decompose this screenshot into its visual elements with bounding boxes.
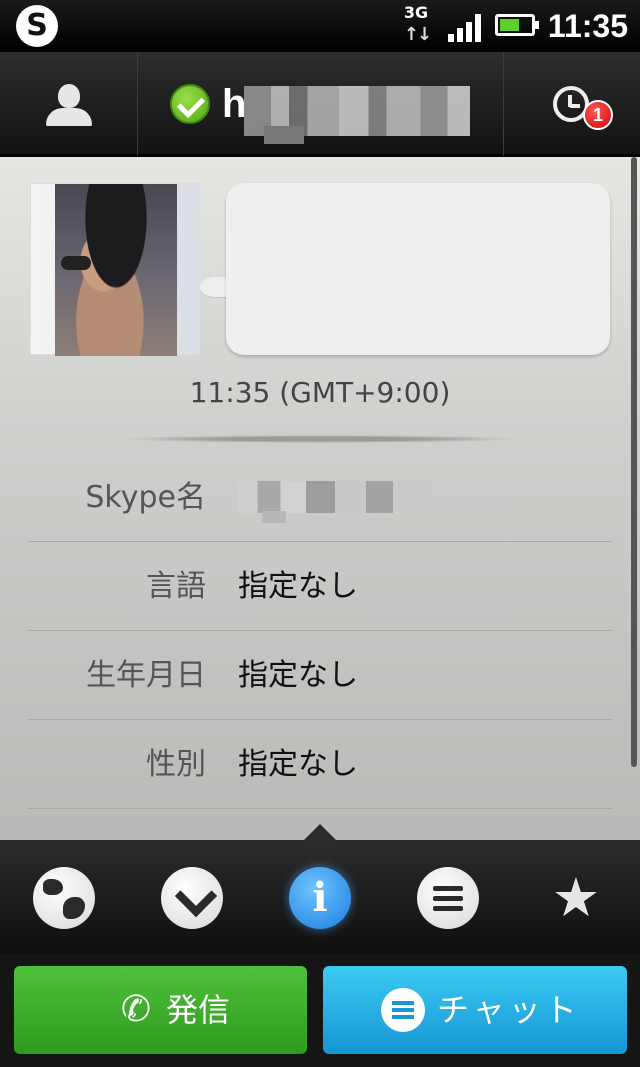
info-icon: i	[289, 867, 351, 929]
header-divider	[137, 52, 138, 156]
row-label: 生年月日	[86, 658, 206, 693]
tab-favorite[interactable]: ★	[512, 840, 640, 954]
tab-location[interactable]	[0, 840, 128, 954]
skype-notification-icon: S	[16, 5, 58, 47]
battery-icon	[495, 14, 539, 36]
local-time: 11:35 (GMT+9:00)	[189, 376, 451, 409]
contact-name-redacted	[244, 86, 470, 144]
notification-badge: 1	[583, 100, 613, 130]
profile-tab-bar: i ★	[0, 824, 640, 954]
row-label: 性別	[146, 747, 206, 782]
row-value: 指定なし	[238, 658, 358, 693]
recent-history-button[interactable]: 1	[503, 52, 640, 156]
action-bar: ✆ 発信 チャット	[0, 954, 640, 1067]
online-status-icon	[170, 84, 210, 124]
network-type-indicator: 3G	[403, 3, 429, 22]
mood-message-bubble	[226, 183, 610, 355]
tab-info[interactable]: i	[256, 840, 384, 954]
profile-row-skype-name: Skype名	[28, 453, 612, 542]
call-button-label: 発信	[166, 991, 231, 1029]
call-button[interactable]: ✆ 発信	[14, 966, 307, 1054]
chat-bubble-icon	[381, 988, 425, 1032]
status-bar: S 3G ↑↓ 11:35	[0, 0, 640, 52]
profile-row-language: 言語 指定なし	[28, 542, 612, 631]
avatar-photo	[55, 184, 177, 356]
contacts-button[interactable]	[0, 52, 137, 156]
chat-list-icon	[417, 867, 479, 929]
status-time: 11:35	[547, 8, 628, 44]
globe-icon	[33, 867, 95, 929]
contact-name: h	[222, 82, 247, 126]
tab-mood[interactable]	[128, 840, 256, 954]
row-value: 指定なし	[238, 747, 358, 782]
profile-row-birthday: 生年月日 指定なし	[28, 631, 612, 720]
phone-icon: ✆	[120, 989, 152, 1030]
profile-panel[interactable]: 11:35 (GMT+9:00) Skype名 言語 指定なし 生年月日 指定な…	[0, 157, 640, 840]
profile-row-gender: 性別 指定なし	[28, 720, 612, 809]
data-activity-icon: ↑↓	[403, 24, 432, 45]
chat-button[interactable]: チャット	[323, 966, 627, 1054]
skype-name-redacted	[238, 481, 432, 523]
tab-chat-history[interactable]	[384, 840, 512, 954]
signal-strength-icon	[448, 14, 484, 42]
row-label: Skype名	[85, 480, 206, 515]
avatar	[30, 183, 200, 356]
row-value: 指定なし	[238, 569, 358, 604]
scrollbar[interactable]	[631, 157, 637, 767]
app-header: h 1	[0, 52, 640, 156]
diamond-icon	[161, 867, 223, 929]
divider	[120, 435, 520, 443]
row-label: 言語	[146, 569, 206, 604]
person-icon	[58, 84, 80, 108]
chat-button-label: チャット	[437, 991, 581, 1029]
star-icon: ★	[551, 866, 601, 929]
